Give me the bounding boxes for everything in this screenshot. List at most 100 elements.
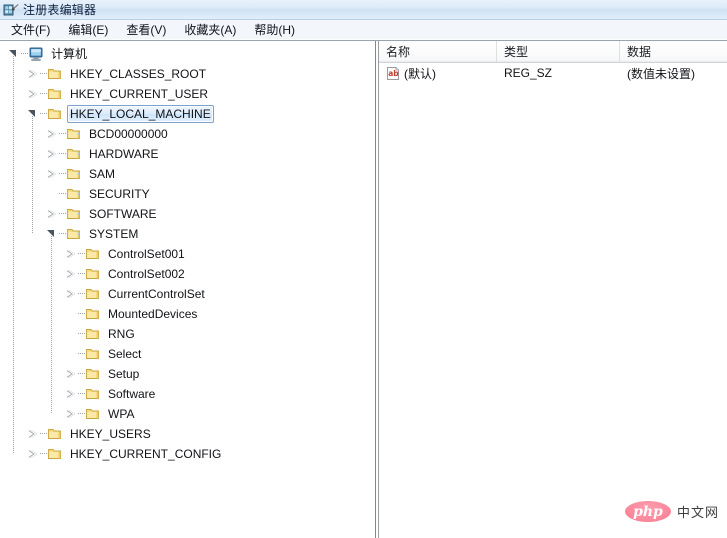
expand-triangle-icon[interactable] [25,84,40,104]
expand-triangle-icon[interactable] [25,424,40,444]
tree-item-label: CurrentControlSet [108,287,205,301]
folder-icon [85,266,101,282]
tree-item-mounteddevices[interactable]: MountedDevices [0,304,375,324]
tree-connector [59,224,66,244]
tree-item-controlset002[interactable]: ControlSet002 [0,264,375,284]
tree-leaf-spacer [63,304,78,324]
tree-connector [59,144,66,164]
tree-item-hkey-local-machine[interactable]: HKEY_LOCAL_MACHINE [0,104,375,124]
values-list[interactable]: 名称 类型 数据 ab (默认) REG_SZ (数值未设置) php 中文网 [379,41,727,538]
tree-connector [59,124,66,144]
table-row[interactable]: ab (默认) REG_SZ (数值未设置) [379,63,727,83]
folder-icon [66,146,82,162]
tree-item-label: SYSTEM [89,227,139,241]
tree-connector [59,204,66,224]
tree-item-select[interactable]: Select [0,344,375,364]
content-area: 计算机 HKEY_CLASSES_ROOT HKEY_CURRENT_USER HKE… [0,40,727,538]
tree-item-label: HKEY_CLASSES_ROOT [70,67,207,81]
menu-favorites[interactable]: 收藏夹(A) [175,20,245,40]
tree-item-bcd00000000[interactable]: BCD00000000 [0,124,375,144]
tree-item-software[interactable]: SOFTWARE [0,204,375,224]
value-type-cell: REG_SZ [504,66,553,80]
column-header-name[interactable]: 名称 [379,41,497,62]
tree-item-setup[interactable]: Setup [0,364,375,384]
folder-icon [47,426,63,442]
expand-triangle-icon[interactable] [63,284,78,304]
tree-item-label: BCD00000000 [89,127,168,141]
tree-connector [21,44,28,64]
computer-icon [28,46,44,62]
tree-item-security[interactable]: SECURITY [0,184,375,204]
tree-item-hkey-current-config[interactable]: HKEY_CURRENT_CONFIG [0,444,375,464]
php-logo-icon: php [624,501,671,522]
tree-item-hkey-classes-root[interactable]: HKEY_CLASSES_ROOT [0,64,375,84]
expand-triangle-icon[interactable] [44,164,59,184]
tree-item-wpa[interactable]: WPA [0,404,375,424]
tree-item-label: HKEY_CURRENT_CONFIG [70,447,222,461]
folder-icon [47,66,63,82]
string-value-icon: ab [386,66,401,81]
tree-item-sam[interactable]: SAM [0,164,375,184]
folder-icon [85,326,101,342]
watermark-text: 中文网 [676,505,719,520]
expand-triangle-icon[interactable] [25,444,40,464]
expand-triangle-icon[interactable] [44,144,59,164]
menu-help[interactable]: 帮助(H) [245,20,304,40]
tree-item-label: HKEY_LOCAL_MACHINE [67,105,214,123]
tree-item-label: Select [108,347,142,361]
tree-connector [40,424,47,444]
tree-item-label: 计算机 [51,47,88,61]
column-header-data[interactable]: 数据 [620,41,727,62]
window-title: 注册表编辑器 [23,3,97,17]
folder-icon [85,386,101,402]
registry-editor-window: 注册表编辑器 文件(F) 编辑(E) 查看(V) 收藏夹(A) 帮助(H) 计算… [0,0,727,538]
tree-item-label: SECURITY [89,187,150,201]
tree-item-currentcontrolset[interactable]: CurrentControlSet [0,284,375,304]
tree-item-rng[interactable]: RNG [0,324,375,344]
tree-item-hardware[interactable]: HARDWARE [0,144,375,164]
watermark: php 中文网 [624,501,719,522]
folder-icon [85,406,101,422]
tree-item-label: WPA [108,407,135,421]
expand-triangle-icon[interactable] [63,384,78,404]
folder-icon [47,446,63,462]
registry-tree[interactable]: 计算机 HKEY_CLASSES_ROOT HKEY_CURRENT_USER HKE… [0,41,375,538]
folder-icon [66,186,82,202]
menu-view[interactable]: 查看(V) [117,20,175,40]
expand-triangle-icon[interactable] [63,364,78,384]
expand-triangle-icon[interactable] [44,124,59,144]
tree-item-label: Software [108,387,156,401]
list-header: 名称 类型 数据 [379,41,727,63]
tree-item-hkey-users[interactable]: HKEY_USERS [0,424,375,444]
expand-triangle-icon[interactable] [63,264,78,284]
tree-connector [59,184,66,204]
menu-edit[interactable]: 编辑(E) [59,20,117,40]
column-header-type[interactable]: 类型 [497,41,620,62]
tree-leaf-spacer [44,184,59,204]
menu-file[interactable]: 文件(F) [2,20,59,40]
tree-connector [78,304,85,324]
tree-connector [59,164,66,184]
tree-item--[interactable]: 计算机 [0,44,375,64]
expand-triangle-icon[interactable] [25,64,40,84]
tree-guide-line [13,54,14,454]
tree-item-label: HKEY_USERS [70,427,151,441]
expand-triangle-icon[interactable] [63,244,78,264]
tree-item-hkey-current-user[interactable]: HKEY_CURRENT_USER [0,84,375,104]
tree-item-software[interactable]: Software [0,384,375,404]
tree-connector [78,364,85,384]
tree-item-label: RNG [108,327,135,341]
tree-item-system[interactable]: SYSTEM [0,224,375,244]
tree-item-controlset001[interactable]: ControlSet001 [0,244,375,264]
expand-triangle-icon[interactable] [44,204,59,224]
value-name-cell: ab (默认) [379,65,497,82]
tree-leaf-spacer [63,324,78,344]
expand-triangle-icon[interactable] [63,404,78,424]
